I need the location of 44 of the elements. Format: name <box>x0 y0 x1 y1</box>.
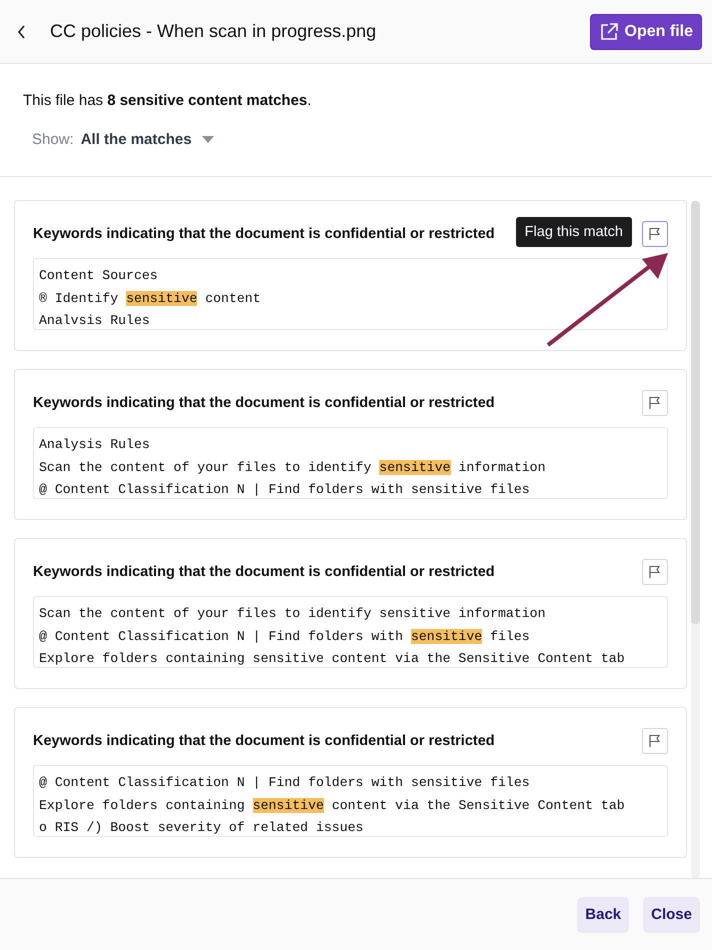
highlighted-keyword: sensitive <box>126 290 198 306</box>
match-title: Keywords indicating that the document is confidential or restricted <box>33 564 495 580</box>
excerpt-text: @ Content Classification N | Find folders with sensitive files <box>39 775 530 790</box>
back-icon[interactable] <box>17 24 27 38</box>
footer-button[interactable]: Back <box>577 896 630 932</box>
highlighted-keyword: sensitive <box>379 460 451 474</box>
filter-dropdown[interactable]: All the matches <box>80 131 214 148</box>
match-title: Keywords indicating that the document is confidential or restricted <box>33 226 495 242</box>
caret-icon <box>202 136 214 143</box>
match-title: Keywords indicating that the document is confidential or restricted <box>33 395 495 411</box>
external-link-icon <box>598 22 619 42</box>
flag-button[interactable] <box>642 390 668 416</box>
flag-icon <box>648 227 662 241</box>
excerpt-text: o RIS /) Boost severity of related issues <box>39 820 364 835</box>
match-title: Keywords indicating that the document is confidential or restricted <box>33 733 495 749</box>
tooltip: Flag this match <box>516 217 632 247</box>
highlighted-keyword: sensitive <box>252 798 324 812</box>
excerpt-text: Explore folders containing <box>39 798 246 812</box>
flag-icon <box>648 734 662 748</box>
flag-icon <box>648 565 662 579</box>
excerpt-text: content via the Sensitive Content tab <box>330 798 625 812</box>
highlighted-keyword: sensitive <box>410 628 482 644</box>
summary-text: This file has 8 sensitive content matches. <box>23 92 312 109</box>
excerpt-text: Scan the content of your files to identify sensitive information <box>39 606 546 621</box>
excerpt-text: information <box>457 460 546 474</box>
file-title: CC policies - When scan in progress.png <box>50 21 376 42</box>
filter-label: Show: <box>32 131 74 148</box>
flag-button[interactable] <box>642 728 668 754</box>
scrollbar[interactable] <box>691 201 700 878</box>
flag-button[interactable] <box>642 559 668 585</box>
excerpt-text: files <box>489 628 530 644</box>
flag-icon <box>648 396 662 410</box>
excerpt-text: content <box>204 290 261 306</box>
flag-button[interactable] <box>642 221 668 247</box>
excerpt-text: Analvsis Rules <box>39 313 150 328</box>
excerpt-text: Scan the content of your files to identify <box>39 460 372 474</box>
excerpt-text: Analysis Rules <box>39 437 150 452</box>
footer-button[interactable]: Close <box>643 896 700 932</box>
excerpt-text: @ Content Classification N | Find folders with sensitive files <box>39 482 530 497</box>
excerpt-text: @ Content Classification N | Find folders with <box>39 628 404 644</box>
excerpt-text: Explore folders containing sensitive content via the Sensitive Content tab <box>39 651 625 666</box>
open-file-button[interactable]: Open file <box>590 14 702 50</box>
excerpt-text: ® Identify <box>39 290 120 306</box>
excerpt-text: Content Sources <box>39 268 158 283</box>
